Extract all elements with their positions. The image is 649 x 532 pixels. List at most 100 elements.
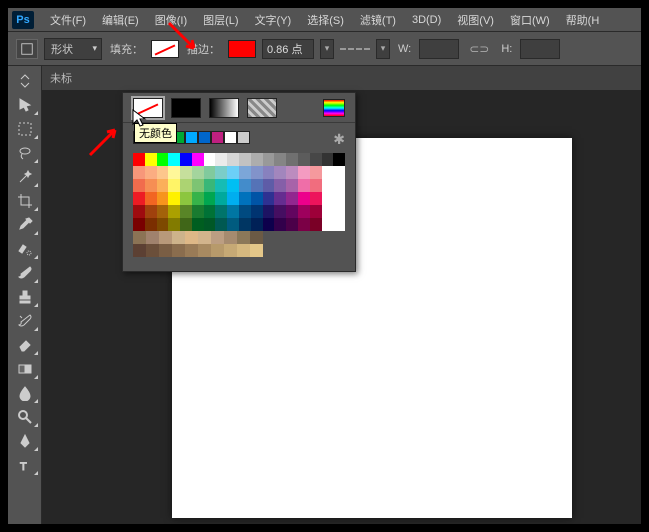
- color-swatch[interactable]: [145, 218, 157, 231]
- pen-tool-icon[interactable]: [11, 430, 39, 452]
- menu-file[interactable]: 文件(F): [42, 12, 94, 28]
- color-swatch[interactable]: [310, 179, 322, 192]
- color-swatch[interactable]: [192, 179, 204, 192]
- color-swatch[interactable]: [251, 179, 263, 192]
- color-swatch[interactable]: [263, 166, 275, 179]
- wand-tool-icon[interactable]: [11, 166, 39, 188]
- color-swatch[interactable]: [239, 179, 251, 192]
- lasso-tool-icon[interactable]: [11, 142, 39, 164]
- menu-window[interactable]: 窗口(W): [502, 12, 558, 28]
- color-swatch[interactable]: [180, 153, 192, 166]
- marquee-tool-icon[interactable]: [11, 118, 39, 140]
- color-swatch[interactable]: [133, 166, 145, 179]
- link-wh-icon[interactable]: ⊂⊃: [465, 42, 493, 56]
- color-swatch[interactable]: [227, 166, 239, 179]
- color-swatch[interactable]: [251, 218, 263, 231]
- stroke-width-input[interactable]: 0.86 点: [262, 39, 314, 59]
- color-swatch[interactable]: [237, 231, 250, 244]
- color-swatch[interactable]: [146, 244, 159, 257]
- color-swatch[interactable]: [157, 218, 169, 231]
- heal-tool-icon[interactable]: [11, 238, 39, 260]
- color-swatch[interactable]: [198, 231, 211, 244]
- blur-tool-icon[interactable]: [11, 382, 39, 404]
- color-swatch[interactable]: [145, 192, 157, 205]
- color-swatch[interactable]: [322, 179, 334, 192]
- color-swatch[interactable]: [274, 179, 286, 192]
- color-picker-button[interactable]: [323, 99, 345, 117]
- color-swatch[interactable]: [286, 153, 298, 166]
- color-swatch[interactable]: [185, 231, 198, 244]
- color-swatch[interactable]: [274, 166, 286, 179]
- menu-type[interactable]: 文字(Y): [247, 12, 300, 28]
- color-swatch[interactable]: [263, 218, 275, 231]
- color-swatch[interactable]: [133, 192, 145, 205]
- color-swatch[interactable]: [263, 205, 275, 218]
- color-swatch[interactable]: [157, 179, 169, 192]
- move-tool-icon[interactable]: [11, 94, 39, 116]
- color-swatch[interactable]: [211, 244, 224, 257]
- color-swatch[interactable]: [286, 166, 298, 179]
- color-swatch[interactable]: [180, 218, 192, 231]
- color-swatch[interactable]: [239, 166, 251, 179]
- color-swatch[interactable]: [298, 205, 310, 218]
- color-swatch[interactable]: [168, 218, 180, 231]
- color-swatch[interactable]: [172, 244, 185, 257]
- color-swatch[interactable]: [310, 205, 322, 218]
- shape-mode-dropdown[interactable]: 形状: [44, 38, 102, 60]
- eyedropper-tool-icon[interactable]: [11, 214, 39, 236]
- color-swatch[interactable]: [286, 205, 298, 218]
- color-swatch[interactable]: [133, 231, 146, 244]
- color-swatch[interactable]: [215, 166, 227, 179]
- color-swatch[interactable]: [133, 244, 146, 257]
- color-swatch[interactable]: [322, 166, 334, 179]
- color-swatch[interactable]: [133, 218, 145, 231]
- menu-3d[interactable]: 3D(D): [404, 14, 449, 26]
- color-swatch[interactable]: [133, 153, 145, 166]
- color-swatch[interactable]: [333, 205, 345, 218]
- stroke-style-dropdown[interactable]: ▾: [376, 39, 390, 59]
- color-swatch[interactable]: [157, 205, 169, 218]
- menu-help[interactable]: 帮助(H: [558, 12, 608, 28]
- color-swatch[interactable]: [251, 192, 263, 205]
- pattern-button[interactable]: [247, 98, 277, 118]
- color-swatch[interactable]: [146, 231, 159, 244]
- color-swatch[interactable]: [185, 244, 198, 257]
- tool-preset-icon[interactable]: [16, 39, 38, 59]
- gradient-tool-icon[interactable]: [11, 358, 39, 380]
- recent-swatch[interactable]: [237, 131, 250, 144]
- color-swatch[interactable]: [145, 153, 157, 166]
- color-swatch[interactable]: [192, 205, 204, 218]
- color-swatch[interactable]: [274, 153, 286, 166]
- color-swatch[interactable]: [145, 166, 157, 179]
- color-swatch[interactable]: [263, 192, 275, 205]
- color-swatch[interactable]: [159, 244, 172, 257]
- color-swatch[interactable]: [286, 179, 298, 192]
- color-swatch[interactable]: [333, 179, 345, 192]
- color-swatch[interactable]: [145, 179, 157, 192]
- color-swatch[interactable]: [180, 192, 192, 205]
- color-swatch[interactable]: [172, 231, 185, 244]
- color-swatch[interactable]: [250, 244, 263, 257]
- color-swatch[interactable]: [224, 231, 237, 244]
- color-swatch[interactable]: [227, 153, 239, 166]
- color-swatch[interactable]: [133, 179, 145, 192]
- color-swatch[interactable]: [333, 166, 345, 179]
- color-swatch[interactable]: [251, 153, 263, 166]
- stroke-width-dropdown[interactable]: ▾: [320, 39, 334, 59]
- menu-view[interactable]: 视图(V): [449, 12, 502, 28]
- color-swatch[interactable]: [157, 192, 169, 205]
- color-swatch[interactable]: [286, 192, 298, 205]
- color-swatch[interactable]: [215, 153, 227, 166]
- color-swatch[interactable]: [250, 231, 263, 244]
- color-swatch[interactable]: [239, 218, 251, 231]
- color-swatch[interactable]: [239, 153, 251, 166]
- color-swatch[interactable]: [274, 192, 286, 205]
- width-input[interactable]: [419, 39, 459, 59]
- color-swatch[interactable]: [157, 153, 169, 166]
- type-tool-icon[interactable]: T: [11, 454, 39, 476]
- color-swatch[interactable]: [192, 218, 204, 231]
- color-swatch[interactable]: [310, 192, 322, 205]
- color-swatch[interactable]: [168, 205, 180, 218]
- color-swatch[interactable]: [298, 153, 310, 166]
- color-swatch[interactable]: [211, 231, 224, 244]
